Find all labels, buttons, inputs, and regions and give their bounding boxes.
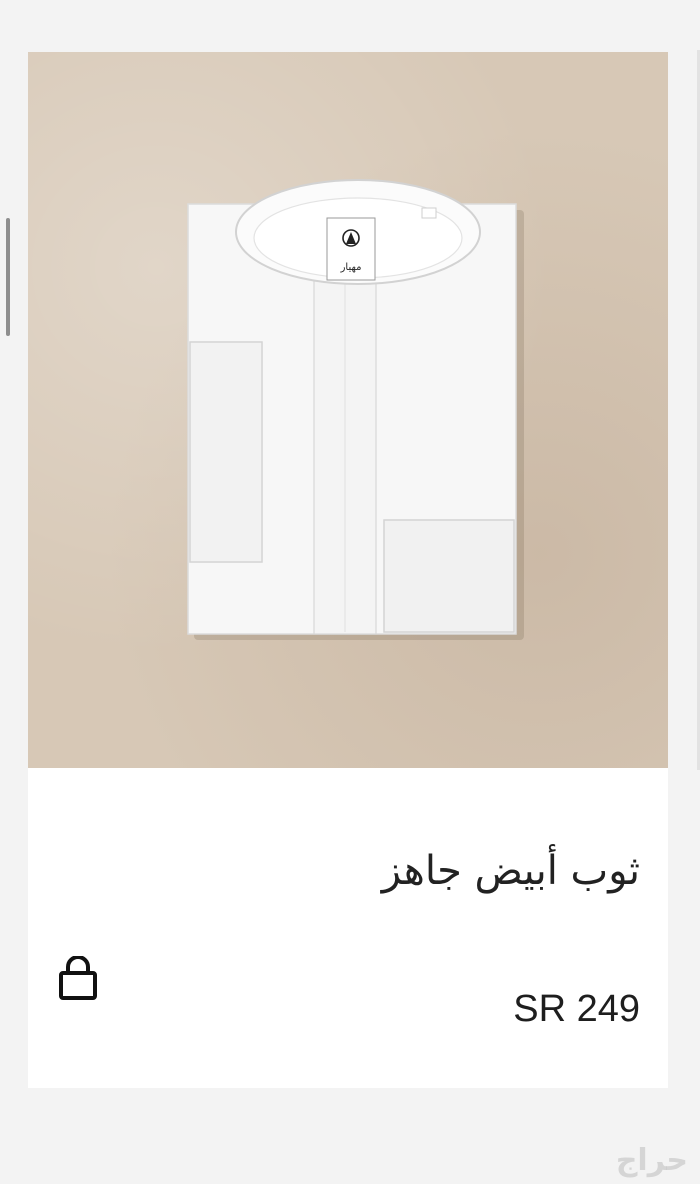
product-price: SR 249 xyxy=(513,988,640,1030)
product-title[interactable]: ثوب أبيض جاهز xyxy=(382,848,640,894)
watermark-logo: حراج xyxy=(615,1143,688,1178)
add-to-bag-button[interactable] xyxy=(56,955,100,1004)
svg-text:مهيار: مهيار xyxy=(340,262,362,273)
shopping-bag-icon xyxy=(59,955,97,1000)
page: مهيار ثوب أبيض جاهز SR 249 حراج xyxy=(0,0,700,1184)
thobe-illustration: مهيار xyxy=(187,179,524,640)
product-card[interactable]: مهيار ثوب أبيض جاهز SR 249 xyxy=(28,52,668,1088)
product-image[interactable]: مهيار xyxy=(28,52,668,768)
product-info: ثوب أبيض جاهز SR 249 xyxy=(28,768,668,1088)
scroll-indicator[interactable] xyxy=(6,218,10,336)
